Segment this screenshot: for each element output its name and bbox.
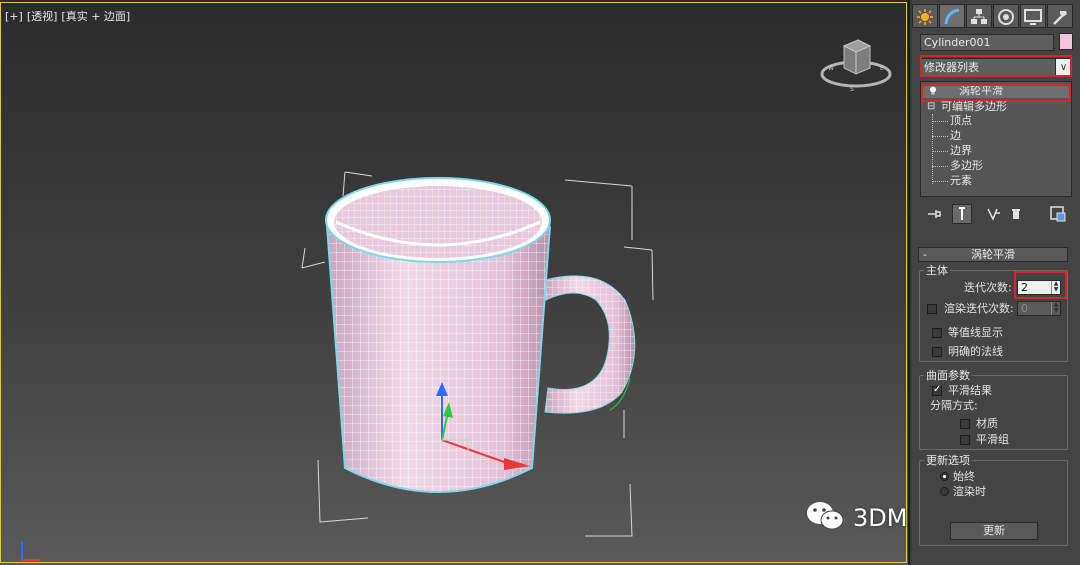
watermark: 3DMax教程资源: [805, 498, 908, 533]
trash-icon: [1012, 209, 1020, 219]
scene-canvas[interactable]: [0, 0, 910, 565]
modifier-list-dropdown[interactable]: 修改器列表 ∨: [920, 58, 1072, 77]
show-end-result-button[interactable]: [952, 204, 972, 224]
explicit-normals-checkbox[interactable]: [932, 347, 942, 357]
render-iterations-value[interactable]: 0: [1021, 302, 1028, 315]
iterations-value[interactable]: 2: [1021, 281, 1028, 294]
render-iterations-checkbox[interactable]: [927, 304, 937, 314]
pin-stack-button[interactable]: [924, 204, 944, 224]
separate-by-label: 分隔方式:: [930, 399, 978, 412]
tab-motion[interactable]: [993, 4, 1019, 28]
mug-opening: [325, 177, 551, 263]
stack-item-label: 元素: [950, 174, 972, 187]
wechat-icon: [807, 501, 844, 529]
update-button[interactable]: 更新: [950, 522, 1038, 540]
iterations-spinner[interactable]: 2 ▲ ▼: [1017, 280, 1061, 295]
separate-smoothing-groups-checkbox[interactable]: [960, 435, 970, 445]
group-main: 主体 迭代次数: 2 ▲ ▼ 渲染迭代次数: 0 ▲ ▼ 等值线显示 明确的法线: [919, 264, 1068, 362]
modifier-list-label: 修改器列表: [924, 61, 979, 74]
group-label: 更新选项: [924, 454, 972, 467]
stack-item-label: 可编辑多边形: [941, 100, 1007, 113]
tab-hierarchy[interactable]: [966, 4, 992, 28]
mug-handle: [544, 275, 636, 414]
show-end-result-icon: [959, 207, 965, 220]
tab-display[interactable]: [1020, 4, 1046, 28]
stack-subitem-edge[interactable]: 边: [921, 129, 1071, 143]
hammer-icon: [1053, 11, 1067, 25]
perspective-viewport[interactable]: [+] [透视] [真实 + 边面] W E S 3DM: [0, 0, 910, 565]
spinner-arrows-icon[interactable]: ▲ ▼: [1051, 302, 1060, 315]
hierarchy-icon: [971, 9, 987, 24]
svg-text:S: S: [850, 86, 854, 93]
stack-subitem-polygon[interactable]: 多边形: [921, 159, 1071, 173]
group-surface-parameters: 曲面参数 平滑结果 分隔方式: 材质 平滑组: [919, 369, 1068, 450]
explicit-normals-label: 明确的法线: [948, 345, 1003, 358]
watermark-text: 3DMax教程资源: [853, 504, 908, 532]
tab-modify[interactable]: [939, 4, 965, 28]
stack-subitem-border[interactable]: 边界: [921, 144, 1071, 158]
smooth-result-checkbox[interactable]: [932, 384, 942, 396]
render-iterations-spinner[interactable]: 0 ▲ ▼: [1017, 301, 1061, 316]
spinner-arrows-icon[interactable]: ▲ ▼: [1051, 281, 1060, 294]
configure-modifier-sets-button[interactable]: [1048, 204, 1068, 224]
svg-text:W: W: [828, 65, 834, 72]
iterations-label: 迭代次数:: [964, 281, 1012, 294]
object-color-swatch[interactable]: [1059, 33, 1073, 50]
tab-create[interactable]: [912, 4, 938, 28]
separate-materials-label: 材质: [976, 417, 998, 430]
pin-icon: [928, 210, 941, 218]
group-update-options: 更新选项 始终 渲染时 更新: [919, 454, 1068, 546]
update-always-label: 始终: [953, 470, 975, 483]
tab-utilities[interactable]: [1047, 4, 1073, 28]
collapse-rollout-icon[interactable]: -: [923, 248, 927, 261]
rollout-turbosmooth-header[interactable]: - 涡轮平滑: [918, 247, 1068, 262]
motion-icon: [998, 9, 1014, 25]
modify-icon: [944, 8, 960, 25]
stack-item-label: 边: [950, 129, 961, 142]
update-always-radio[interactable]: [940, 472, 949, 481]
make-unique-button[interactable]: [984, 204, 1004, 224]
world-axis-tripod: [21, 542, 40, 561]
object-name-field[interactable]: Cylinder001: [920, 34, 1054, 51]
stack-item-label: 多边形: [950, 159, 983, 172]
command-panel-tabs: [912, 4, 1080, 28]
group-label: 曲面参数: [924, 369, 972, 382]
group-label: 主体: [924, 264, 950, 277]
stack-subitem-vertex[interactable]: 顶点: [921, 114, 1071, 128]
rollout-title: 涡轮平滑: [971, 248, 1015, 261]
smooth-result-label: 平滑结果: [948, 384, 992, 397]
viewcube[interactable]: W E S: [820, 34, 892, 96]
collapse-icon[interactable]: ⊟: [927, 100, 935, 114]
update-when-rendering-radio[interactable]: [940, 487, 949, 496]
isoline-display-checkbox[interactable]: [932, 328, 942, 338]
stack-item-label: 顶点: [950, 114, 972, 127]
modifier-stack-toolbar: [920, 204, 1072, 224]
isoline-display-label: 等值线显示: [948, 326, 1003, 339]
separate-smoothing-groups-label: 平滑组: [976, 433, 1009, 446]
modifier-stack[interactable]: 涡轮平滑 ⊟ 可编辑多边形 顶点 边 边界 多边形 元素: [920, 81, 1072, 197]
separate-materials-checkbox[interactable]: [960, 419, 970, 429]
stack-item-label: 涡轮平滑: [959, 84, 1003, 97]
stack-subitem-element[interactable]: 元素: [921, 174, 1071, 188]
stack-item-turbosmooth[interactable]: 涡轮平滑: [921, 84, 1071, 102]
render-iterations-label: 渲染迭代次数:: [944, 302, 1014, 315]
display-icon: [1024, 9, 1042, 25]
make-unique-icon: [987, 208, 1000, 221]
chevron-down-icon[interactable]: ∨: [1055, 59, 1071, 76]
command-panel: Cylinder001 修改器列表 ∨ 涡轮平滑 ⊟ 可编辑多边形 顶点 边 边…: [912, 0, 1080, 565]
remove-modifier-button[interactable]: [1006, 204, 1026, 224]
stack-item-label: 边界: [950, 144, 972, 157]
update-when-rendering-label: 渲染时: [953, 485, 986, 498]
stack-item-editable-poly[interactable]: ⊟ 可编辑多边形: [921, 100, 1071, 114]
svg-text:E: E: [880, 65, 884, 72]
configure-icon: [1050, 206, 1066, 222]
create-icon: [917, 9, 933, 25]
lightbulb-icon[interactable]: [929, 86, 937, 95]
